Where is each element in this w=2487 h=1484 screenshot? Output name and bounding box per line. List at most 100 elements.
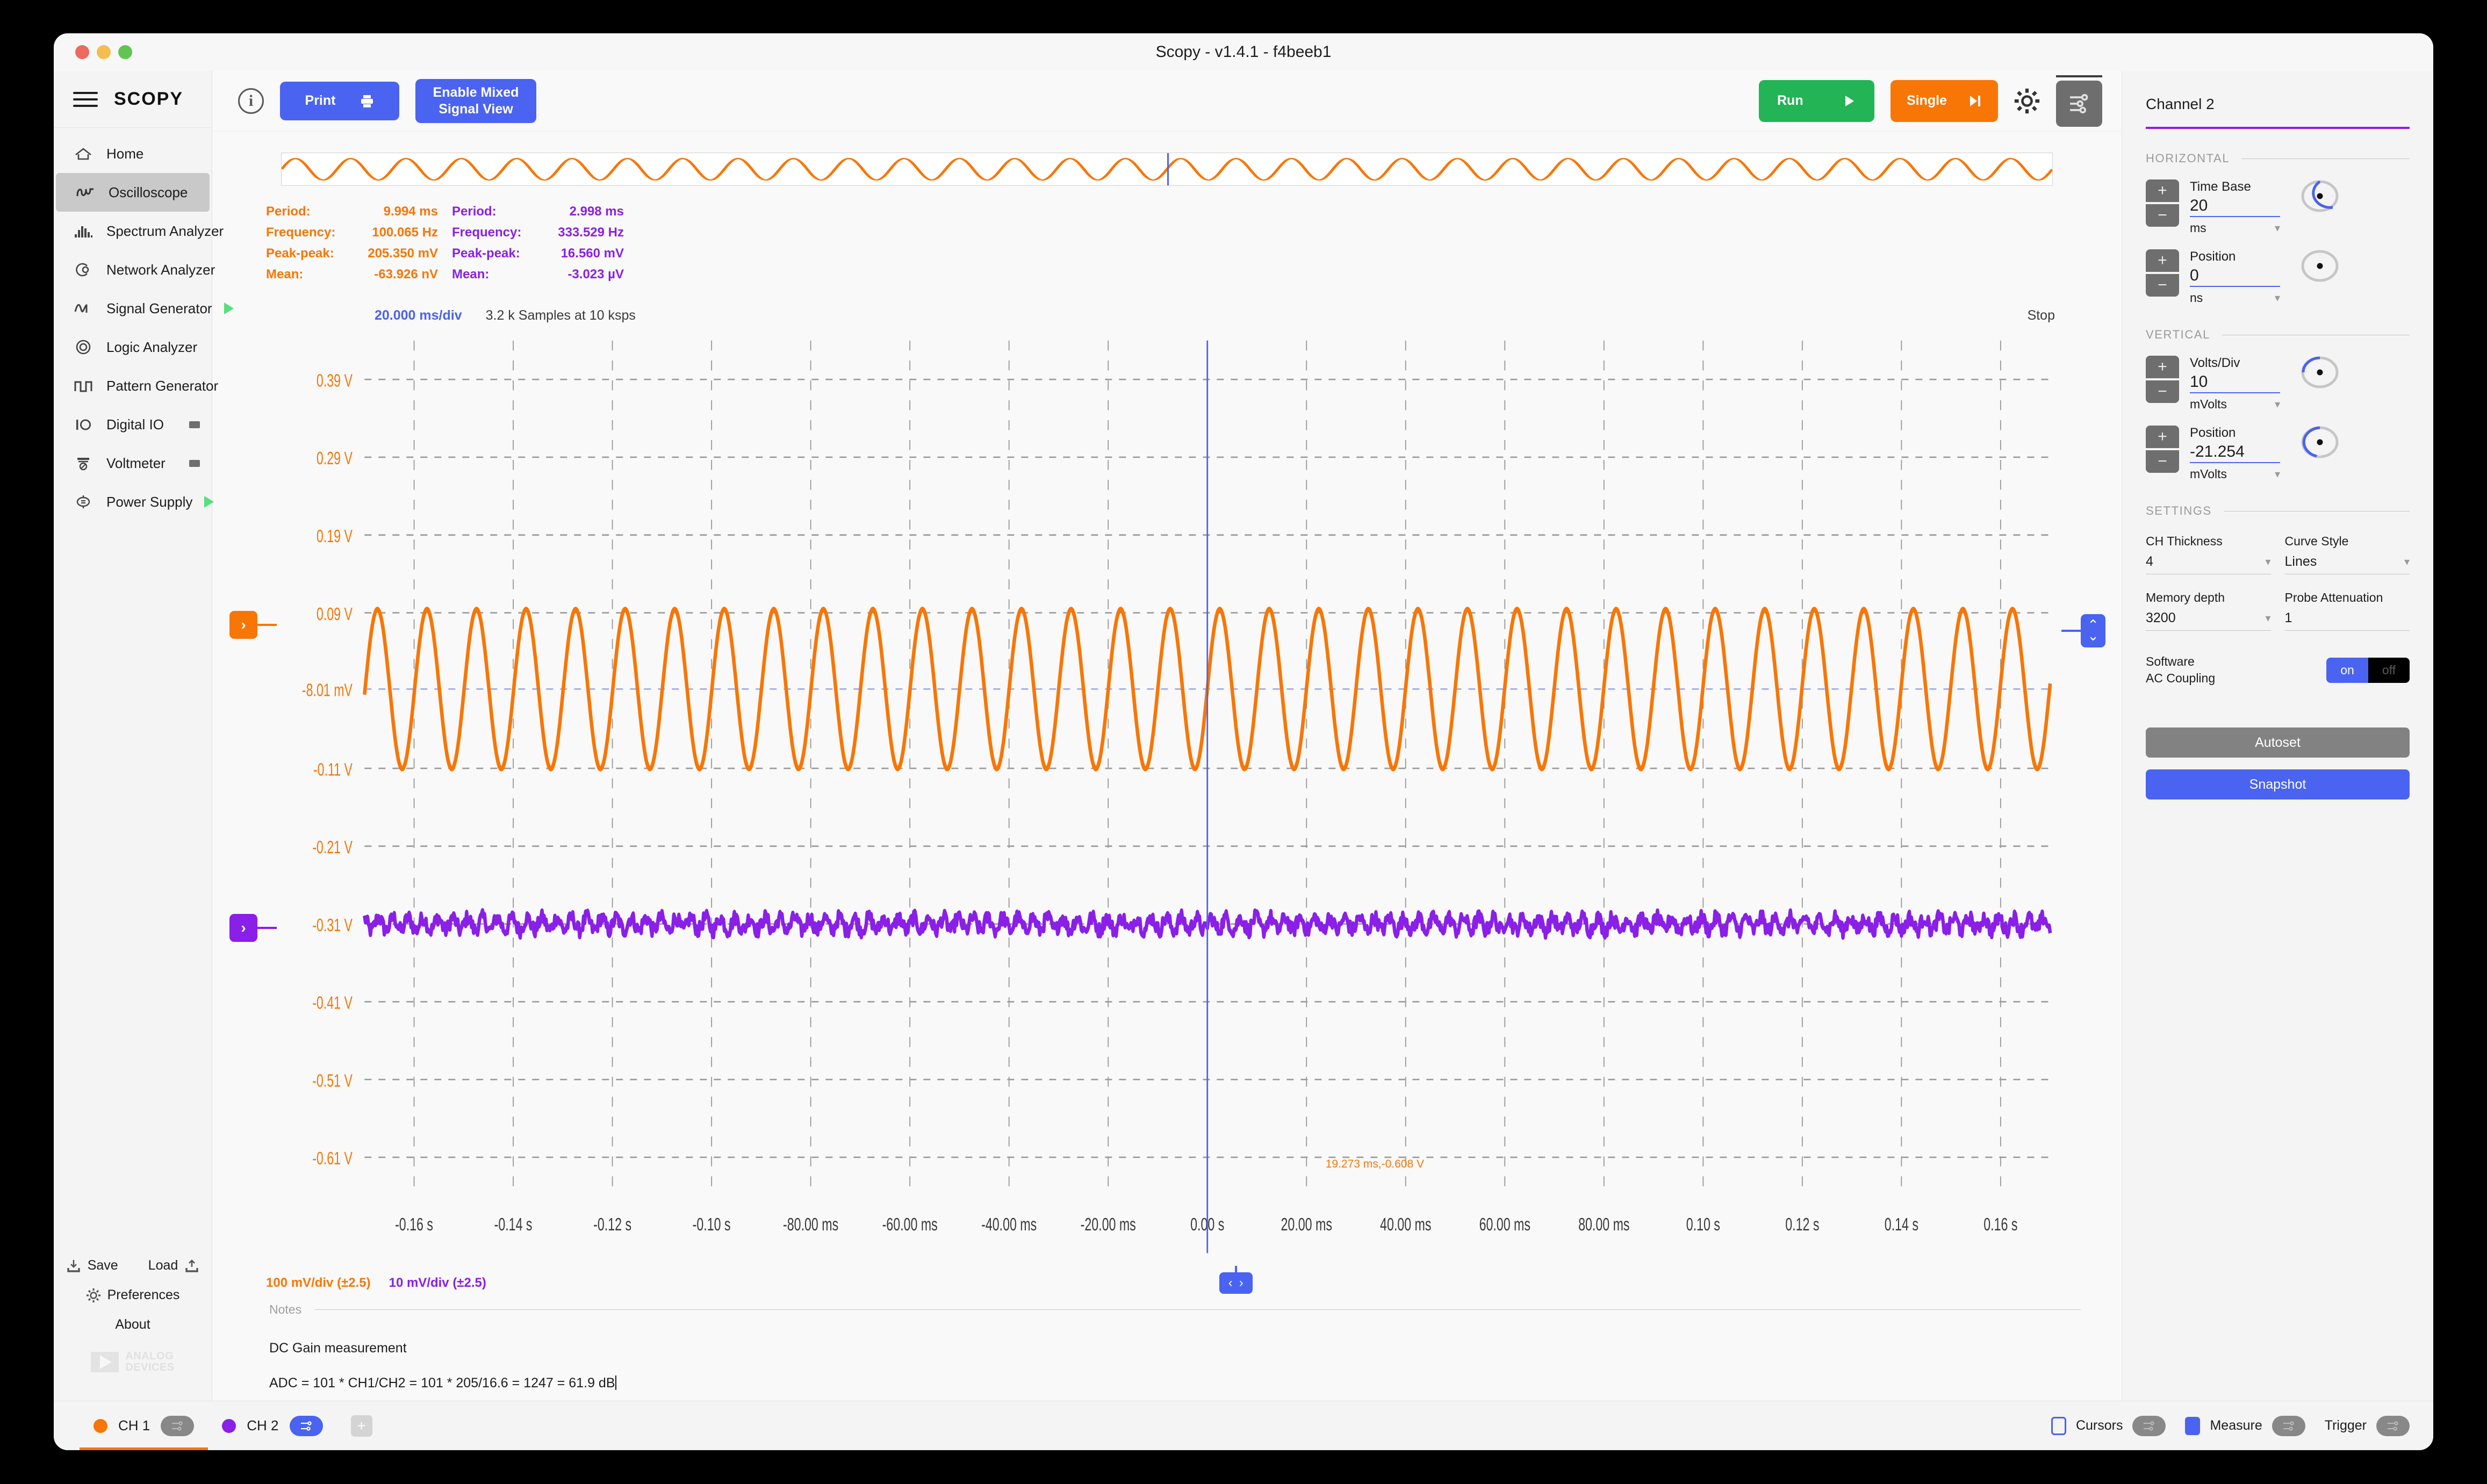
- memory-depth-select[interactable]: 3200 ▾: [2146, 610, 2271, 631]
- autoset-button[interactable]: Autoset: [2146, 727, 2410, 758]
- meas-value: 333.529 Hz: [558, 225, 624, 240]
- sidebar-item-logic-analyzer[interactable]: Logic Analyzer: [54, 328, 212, 366]
- sidebar-item-network-analyzer[interactable]: Network Analyzer: [54, 250, 215, 289]
- channel-tab-ch2[interactable]: CH 2: [208, 1401, 336, 1450]
- svg-text:-80.00 ms: -80.00 ms: [783, 1215, 838, 1235]
- time-base-unit-select[interactable]: ms ▾: [2190, 217, 2280, 235]
- v-position-knob[interactable]: [2301, 426, 2339, 459]
- cursors-checkbox[interactable]: [2051, 1416, 2066, 1435]
- sidebar-item-spectrum-analyzer[interactable]: Spectrum Analyzer: [54, 212, 224, 250]
- v-position-unit-select[interactable]: mVolts ▾: [2190, 463, 2280, 481]
- volts-div-knob[interactable]: [2301, 356, 2339, 389]
- curve-style-select[interactable]: Lines ▾: [2284, 554, 2410, 574]
- main-content: i Print Enable Mixed Signal View Run Sin…: [212, 71, 2122, 1401]
- hamburger-menu-icon[interactable]: [73, 91, 98, 107]
- trigger-toggle-group: Trigger: [2324, 1415, 2410, 1436]
- h-position-unit-select[interactable]: ns ▾: [2190, 287, 2280, 305]
- channel-settings-toggle-button[interactable]: [2056, 80, 2102, 127]
- svg-text:80.00 ms: 80.00 ms: [1578, 1215, 1629, 1235]
- volts-div-increment[interactable]: +: [2146, 356, 2179, 378]
- horizontal-nav-handle[interactable]: ‹ ›: [1219, 1266, 1253, 1294]
- volts-div-unit-select[interactable]: mVolts ▾: [2190, 393, 2280, 412]
- curve-style-label: Curve Style: [2284, 534, 2349, 548]
- single-button[interactable]: Single: [1891, 80, 1998, 122]
- notes-textarea[interactable]: DC Gain measurement ADC = 101 * CH1/CH2 …: [269, 1331, 2081, 1401]
- volts-div-label: Volts/Div: [2190, 356, 2240, 370]
- sidebar-item-digital-io[interactable]: Digital IO: [54, 405, 212, 444]
- cursors-label: Cursors: [2075, 1418, 2123, 1433]
- h-position-increment[interactable]: +: [2146, 249, 2179, 272]
- channel-settings-panel: Channel 2 HORIZONTAL + − Time Base 20 ms…: [2122, 71, 2433, 1401]
- notes-line-1: DC Gain measurement: [269, 1341, 407, 1356]
- ac-coupling-off-option[interactable]: off: [2368, 657, 2410, 683]
- sidebar-item-label: Home: [106, 145, 144, 162]
- time-base-input[interactable]: 20: [2190, 194, 2280, 217]
- svg-text:40.00 ms: 40.00 ms: [1380, 1215, 1431, 1235]
- meas-value: -63.926 nV: [374, 267, 438, 282]
- sidebar-item-pattern-generator[interactable]: Pattern Generator: [54, 366, 218, 405]
- sidebar-item-signal-generator[interactable]: Signal Generator: [54, 289, 234, 328]
- ch1-settings-button[interactable]: [161, 1415, 195, 1436]
- settings-gear-icon[interactable]: [2014, 88, 2040, 114]
- h-position-decrement[interactable]: −: [2146, 274, 2179, 297]
- meas-label: Frequency:: [452, 225, 522, 240]
- run-button[interactable]: Run: [1759, 80, 1874, 122]
- about-button[interactable]: About: [115, 1317, 150, 1332]
- meas-label: Period:: [452, 204, 497, 219]
- trigger-label: Trigger: [2324, 1418, 2367, 1433]
- channel-panel-title: Channel 2: [2146, 96, 2215, 112]
- sidebar-item-home[interactable]: Home: [54, 134, 212, 173]
- v-position-decrement[interactable]: −: [2146, 450, 2179, 473]
- save-button[interactable]: Save: [66, 1258, 118, 1273]
- time-base-increment[interactable]: +: [2146, 179, 2179, 202]
- chevron-down-icon: ▾: [2404, 556, 2410, 568]
- snapshot-button[interactable]: Snapshot: [2146, 769, 2410, 800]
- print-button[interactable]: Print: [280, 81, 399, 120]
- channel-tab-ch1[interactable]: CH 1: [80, 1401, 209, 1450]
- oscilloscope-chart[interactable]: 0.39 V 0.29 V 0.19 V 0.09 V -8.01 mV -0.11 V -…: [229, 328, 2105, 1294]
- sidebar-item-oscilloscope[interactable]: Oscilloscope: [56, 173, 210, 212]
- waveform-overview[interactable]: [281, 153, 2053, 186]
- svg-text:-40.00 ms: -40.00 ms: [981, 1215, 1037, 1235]
- cursors-settings-button[interactable]: [2132, 1415, 2166, 1436]
- volts-div-decrement[interactable]: −: [2146, 380, 2179, 403]
- div-scale-row: 100 mV/div (±2.5) 10 mV/div (±2.5): [266, 1276, 2100, 1291]
- h-position-knob[interactable]: [2301, 249, 2339, 283]
- time-base-label: Time Base: [2190, 179, 2251, 194]
- v-position-increment[interactable]: +: [2146, 426, 2179, 448]
- ch2-settings-button[interactable]: [289, 1415, 323, 1436]
- scopy-logo: SCOPY: [114, 89, 184, 109]
- measurements-ch2: Period: 2.998 ms Frequency: 333.529 Hz Pea…: [452, 204, 638, 282]
- sliders-icon: [2388, 1421, 2398, 1431]
- meas-value: 9.994 ms: [383, 204, 438, 219]
- preferences-button[interactable]: Preferences: [86, 1287, 179, 1303]
- play-icon: [1845, 95, 1854, 106]
- vertical-scroll-handle[interactable]: ⌃ ⌄: [2061, 614, 2105, 647]
- info-icon[interactable]: i: [238, 88, 264, 114]
- sidebar-item-power-supply[interactable]: Power Supply: [54, 482, 214, 521]
- ac-coupling-toggle[interactable]: on off: [2326, 657, 2410, 683]
- add-channel-button[interactable]: +: [350, 1415, 372, 1437]
- measure-settings-button[interactable]: [2272, 1415, 2305, 1436]
- measure-checkbox[interactable]: [2185, 1416, 2201, 1435]
- probe-attenuation-input[interactable]: 1: [2284, 610, 2410, 631]
- load-button[interactable]: Load: [148, 1258, 200, 1273]
- sidebar-item-label: Signal Generator: [106, 300, 212, 316]
- ch2-div-label: 10 mV/div (±2.5): [389, 1276, 486, 1290]
- ch1-offset-handle[interactable]: ›: [229, 611, 277, 639]
- volts-div-input[interactable]: 10: [2190, 371, 2280, 393]
- svg-text:-0.16 s: -0.16 s: [395, 1215, 433, 1235]
- sidebar-item-voltmeter[interactable]: Voltmeter: [54, 444, 212, 482]
- h-position-input[interactable]: 0: [2190, 264, 2280, 287]
- time-base-decrement[interactable]: −: [2146, 204, 2179, 227]
- brand-line-2: DEVICES: [125, 1361, 175, 1373]
- trigger-settings-button[interactable]: [2376, 1415, 2410, 1436]
- ch2-offset-handle[interactable]: ›: [229, 914, 277, 942]
- v-position-input[interactable]: -21.254: [2190, 441, 2280, 463]
- meas-label: Period:: [266, 204, 311, 219]
- ch-thickness-select[interactable]: 4 ▾: [2146, 554, 2271, 574]
- ac-coupling-on-option[interactable]: on: [2326, 657, 2368, 683]
- enable-mixed-signal-view-button[interactable]: Enable Mixed Signal View: [415, 78, 536, 123]
- overview-position-marker[interactable]: [1167, 153, 1169, 185]
- time-base-knob[interactable]: [2301, 179, 2339, 213]
